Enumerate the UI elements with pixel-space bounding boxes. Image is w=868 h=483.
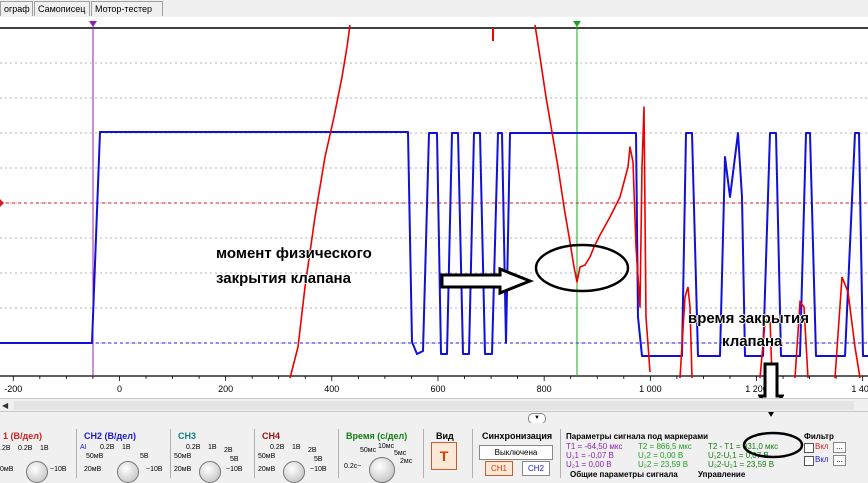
tab-motor-tester[interactable]: Мотор-тестер (91, 1, 163, 16)
horizontal-scrollbar[interactable]: ◀ (0, 398, 868, 412)
time-title: Время (с/дел) (346, 431, 408, 441)
annotation-time-line2: клапана (722, 333, 783, 350)
ch3-scale-label: 1В (208, 444, 217, 451)
time-scale-label: 5мс (394, 450, 407, 457)
ch4-title: CH4 (262, 431, 281, 441)
ch3-scale-label: 50мВ (174, 453, 192, 460)
ch4-scale-label: 0.2В (270, 444, 285, 451)
ch3-scale-label: 20мВ (174, 466, 192, 473)
annotation-moment-line2: закрытия клапана (216, 270, 351, 287)
x-tick-label: 200 (218, 384, 233, 394)
ch3-title: CH3 (178, 431, 197, 441)
view-toggle-button[interactable]: T (431, 442, 457, 470)
ch2-ai-toggle[interactable]: AI (80, 444, 87, 451)
filter-ch1-label: Вкл (815, 442, 829, 451)
u12-readout: U₁2 = 0,00 В (638, 451, 684, 460)
ch3-volts-knob[interactable] (199, 461, 221, 483)
x-tick-label: 800 (537, 384, 552, 394)
ch4-scale-label: 20мВ (258, 466, 276, 473)
sync-title: Синхронизация (482, 431, 553, 441)
ch2-scale-label: 20мВ (84, 466, 102, 473)
ch3-scale-label: ~10В (226, 466, 243, 473)
ch2-scale-label: 0.2В (100, 444, 115, 451)
ch3-scale-label: 5В (230, 456, 239, 463)
ch2-scale-label: 50мВ (86, 453, 104, 460)
ch4-scale-label: 5В (314, 456, 323, 463)
divider (472, 429, 473, 478)
filter-ch1-checkbox[interactable] (804, 443, 814, 453)
params-title: Параметры сигнала под маркерами (566, 432, 709, 441)
view-title: Вид (436, 431, 454, 441)
ch1-title: 1 (В/дел) (3, 431, 42, 441)
ch1-volts-knob[interactable] (26, 461, 48, 483)
sync-ch2-button[interactable]: CH2 (522, 461, 550, 476)
filter-title: Фильтр (804, 432, 834, 441)
ch1-scale-label: 0.2В (18, 445, 33, 452)
t1-readout: T1 = -64,50 мкс (566, 442, 623, 451)
ch4-scale-label: 50мВ (258, 453, 276, 460)
time-scale-label: 2мс (400, 458, 413, 465)
x-tick-label: 0 (117, 384, 122, 394)
annotation-time-line1: время закрытия (688, 310, 809, 327)
ch3-scale-label: 0.2В (186, 444, 201, 451)
x-tick-label: -200 (4, 384, 22, 394)
scroll-left-arrow-icon[interactable]: ◀ (2, 400, 12, 411)
tab-recorder[interactable]: Самописец (34, 1, 90, 16)
filter-ch2-label: Вкл (815, 455, 829, 464)
x-tick-label: 400 (324, 384, 339, 394)
delta-u2-readout: U₂2-U₂1 = 23,59 В (708, 460, 775, 469)
filter-ch2-checkbox[interactable] (804, 456, 814, 466)
sync-off-button[interactable]: Выключена (479, 445, 553, 460)
ch2-volts-knob[interactable] (117, 461, 139, 483)
ch2-scale-label: 1В (122, 444, 131, 451)
ch1-scale-label: 1В (40, 445, 49, 452)
t2-readout: T2 = 866,5 мкс (638, 442, 692, 451)
annotation-moment-line1: момент физического (216, 245, 372, 262)
divider (170, 429, 171, 478)
ch3-scale-label: 2В (224, 447, 233, 454)
divider (560, 429, 561, 478)
time-knob[interactable] (369, 457, 395, 483)
ch1-scale-label: .2В (0, 445, 11, 452)
control-panel: 1 (В/дел) .2В 0.2В 1В 0мВ ~10В CH2 (В/де… (0, 423, 868, 483)
ch4-scale-label: 1В (292, 444, 301, 451)
ch2-title: CH2 (В/дел) (84, 431, 136, 441)
u21-readout: U₂1 = 0,00 В (566, 460, 612, 469)
delta-t-highlight-ellipse (742, 431, 804, 459)
x-tick-label: 1 400 (851, 384, 868, 394)
ch1-scale-label: ~10В (50, 466, 67, 473)
ch1-scale-label: 0мВ (0, 466, 14, 473)
divider (76, 429, 77, 478)
ch2-scale-label: 5В (140, 453, 149, 460)
filter-ch2-settings-button[interactable]: ... (833, 455, 846, 466)
tab-oscilloscope[interactable]: ограф (0, 1, 33, 16)
time-scale-label: 10мс (378, 443, 395, 450)
u22-readout: U₂2 = 23,59 В (638, 460, 689, 469)
ch4-scale-label: 2В (308, 447, 317, 454)
x-tick-label: 600 (430, 384, 445, 394)
ch4-volts-knob[interactable] (283, 461, 305, 483)
u11-readout: U₁1 = -0,07 В (566, 451, 614, 460)
time-scale-label: 50мс (360, 447, 377, 454)
divider (423, 429, 424, 478)
filter-ch1-settings-button[interactable]: ... (833, 442, 846, 453)
sync-ch1-button[interactable]: CH1 (485, 461, 513, 476)
ch4-scale-label: ~10В (310, 466, 327, 473)
time-scale-label: 0.2с~ (344, 463, 362, 470)
divider (254, 429, 255, 478)
x-tick-label: 1 000 (639, 384, 662, 394)
ch2-scale-label: ~10В (146, 466, 163, 473)
scroll-track[interactable] (14, 401, 854, 410)
tab-bar: ограф Самописец Мотор-тестер (0, 0, 868, 18)
divider (338, 429, 339, 478)
